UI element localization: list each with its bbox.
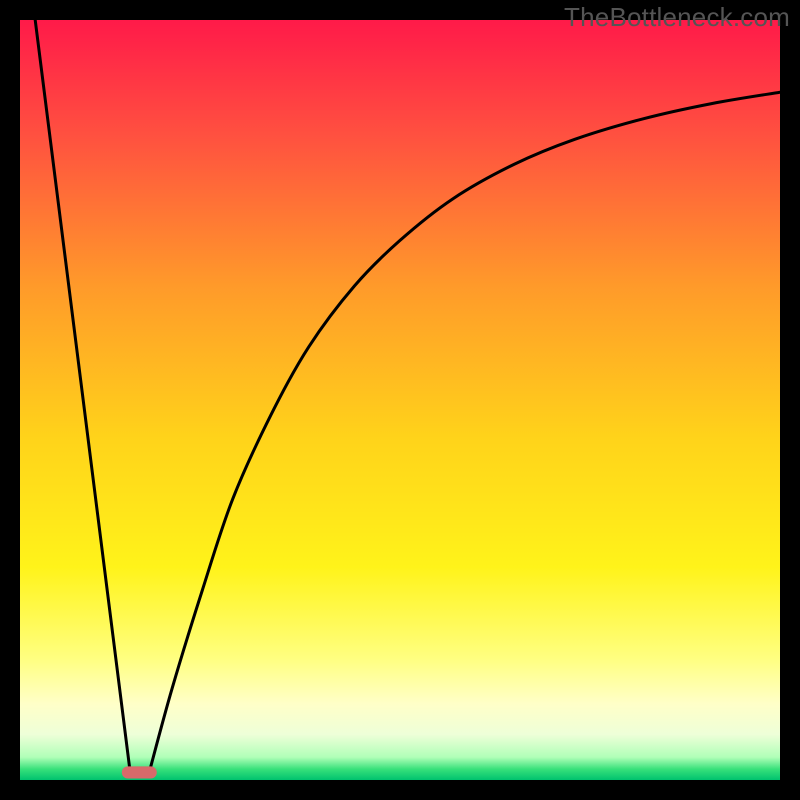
chart-frame: TheBottleneck.com <box>0 0 800 800</box>
watermark-text: TheBottleneck.com <box>564 2 790 33</box>
bottom-marker <box>122 766 157 778</box>
chart-plot <box>20 20 780 780</box>
chart-background <box>20 20 780 780</box>
